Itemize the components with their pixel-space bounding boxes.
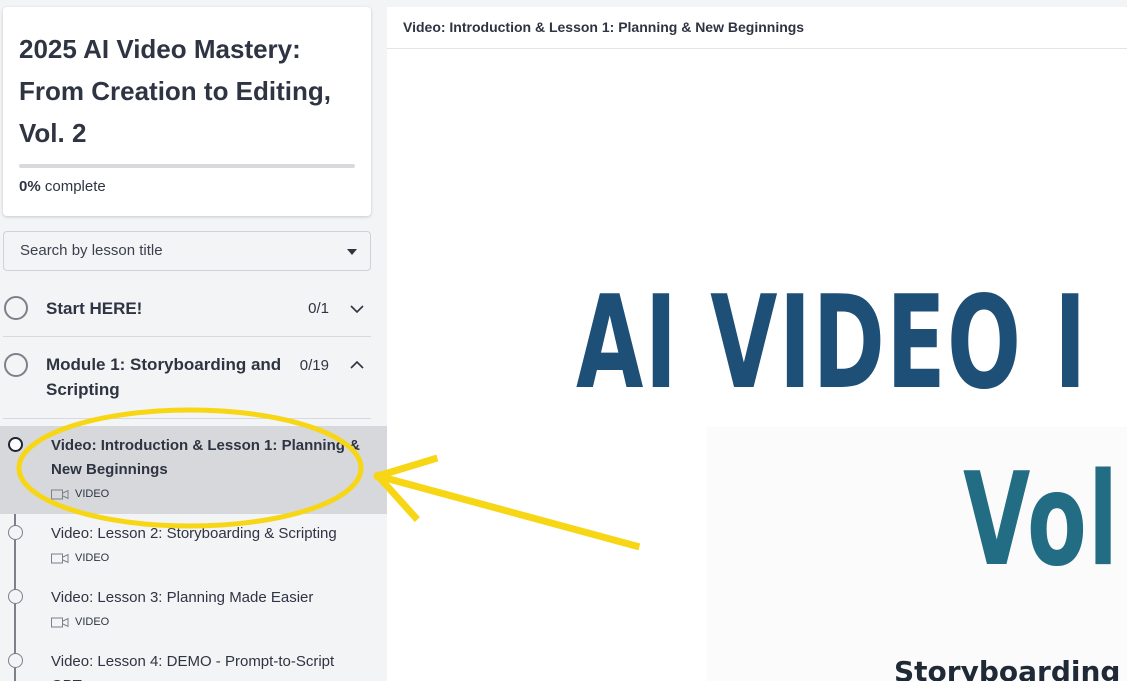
thumbnail-subtitle: Storyboarding — [894, 655, 1121, 681]
lesson-type-label: VIDEO — [75, 488, 110, 500]
lesson-title: Video: Lesson 3: Planning Made Easier — [51, 589, 314, 606]
lesson-type: VIDEO — [51, 552, 109, 564]
progress-suffix: complete — [44, 178, 106, 195]
module-1[interactable]: Module 1: Storyboarding and Scripting 0/… — [3, 337, 371, 419]
video-camera-icon — [51, 489, 69, 499]
module-status-circle-icon — [4, 353, 28, 377]
module-status-circle-icon — [4, 296, 28, 320]
lesson-title: Video: Introduction & Lesson 1: Planning… — [51, 437, 360, 478]
lesson-header: Video: Introduction & Lesson 1: Planning… — [387, 7, 1127, 49]
lesson-header-title: Video: Introduction & Lesson 1: Planning… — [403, 19, 805, 35]
course-sidebar: 2025 AI Video Mastery: From Creation to … — [0, 0, 387, 681]
lesson-type-label: VIDEO — [75, 616, 110, 628]
lesson-item[interactable]: Video: Lesson 3: Planning Made Easier VI… — [0, 584, 387, 648]
lesson-type-label: VIDEO — [75, 552, 110, 564]
chevron-up-icon[interactable] — [349, 357, 365, 373]
caret-down-icon — [347, 249, 357, 255]
lesson-type: VIDEO — [51, 488, 109, 500]
lesson-title: Video: Lesson 2: Storyboarding & Scripti… — [51, 525, 337, 542]
lesson-item[interactable]: Video: Lesson 2: Storyboarding & Scripti… — [0, 520, 387, 584]
video-camera-icon — [51, 617, 69, 627]
video-camera-icon — [51, 553, 69, 563]
module-count: 0/19 — [299, 357, 329, 374]
lesson-search-select[interactable]: Search by lesson title — [3, 231, 371, 271]
lesson-item-active[interactable]: Video: Introduction & Lesson 1: Planning… — [0, 426, 387, 514]
course-title: 2025 AI Video Mastery: From Creation to … — [19, 34, 331, 148]
module-start-here[interactable]: Start HERE! 0/1 — [3, 283, 371, 337]
progress-bar — [19, 164, 355, 168]
chevron-down-icon[interactable] — [349, 301, 365, 317]
lesson-type: VIDEO — [51, 616, 109, 628]
module-title: Start HERE! — [46, 299, 143, 318]
thumbnail-title-line1: AI VIDEO I — [576, 269, 1088, 418]
course-card: 2025 AI Video Mastery: From Creation to … — [3, 7, 371, 216]
search-placeholder: Search by lesson title — [20, 242, 163, 259]
module-count: 0/1 — [308, 300, 329, 317]
lesson-item[interactable]: Video: Lesson 4: DEMO - Prompt-to-Script… — [0, 648, 387, 681]
lesson-status-circle-icon — [8, 525, 23, 540]
lesson-status-circle-icon — [8, 653, 23, 668]
thumbnail-title-line2: Vol — [963, 446, 1120, 595]
progress-value: 0% — [19, 178, 41, 195]
progress-text: 0% complete — [19, 178, 106, 195]
lesson-status-circle-icon — [8, 437, 23, 452]
video-thumbnail: AI VIDEO I Vol Storyboarding — [387, 49, 1127, 681]
lesson-status-circle-icon — [8, 589, 23, 604]
module-title: Module 1: Storyboarding and Scripting — [46, 355, 282, 399]
lesson-title: Video: Lesson 4: DEMO - Prompt-to-Script… — [51, 653, 335, 681]
